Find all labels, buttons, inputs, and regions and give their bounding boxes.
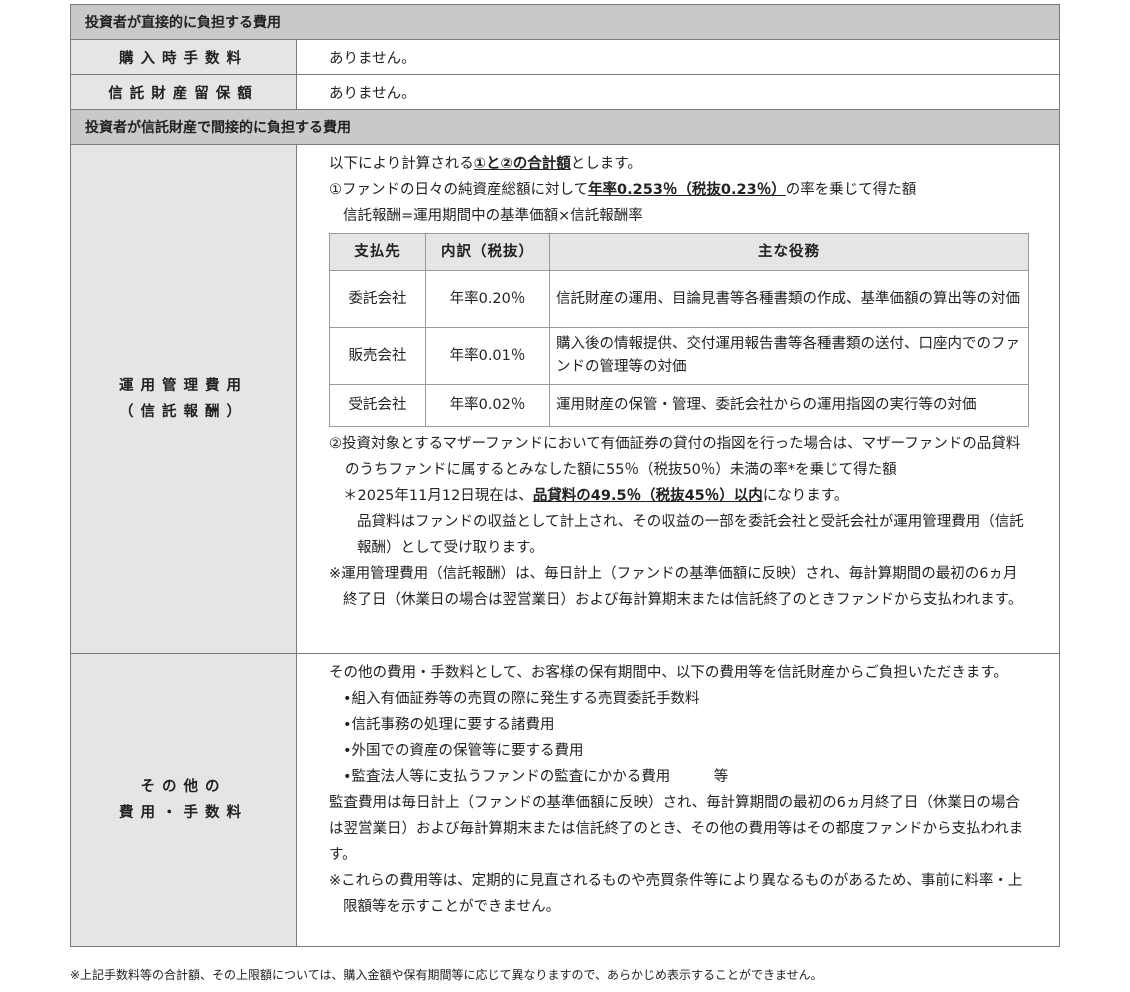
calc-line-emphasis: ①と②の合計額 <box>473 156 571 172</box>
other-fees-content: その他の費用・手数料として、お客様の保有期間中、以下の費用等を信託財産からご負担… <box>296 653 1060 947</box>
lending-rate-line: ＊2025年11月12日現在は、品貸料の49.5％（税抜45％）以内になります。 <box>343 488 849 504</box>
lending-fee-line: ②投資対象とするマザーファンドにおいて有価証券の貸付の指図を行った場合は、マザー… <box>329 436 1021 478</box>
other-fees-intro: その他の費用・手数料として、お客様の保有期間中、以下の費用等を信託財産からご負担… <box>329 665 1008 681</box>
indirect-cost-header: 投資者が信託財産で間接的に負担する費用 <box>70 109 1060 145</box>
management-fee-label-line1: 運用管理費用 <box>119 378 248 394</box>
list-item: •組入有価証券等の売買の際に発生する売買委託手数料 <box>343 691 700 707</box>
lending-income-line: 品貸料はファンドの収益として計上され、その収益の一部を委託会社と受託会社が運用管… <box>357 514 1024 556</box>
audit-fee-text: 監査費用は毎日計上（ファンドの基準価額に反映）され、毎計算期間の最初の6ヵ月終了… <box>329 795 1024 863</box>
fee-table: 投資者が直接的に負担する費用 購入時手数料 ありません。 信託財産留保額 ありま… <box>70 4 1060 947</box>
other-fees-label: その他の 費用・手数料 <box>70 653 297 947</box>
trust-reserve-label: 信託財産留保額 <box>70 74 297 110</box>
management-fee-content: 以下により計算される①と②の合計額とします。 ①ファンドの日々の純資産総額に対し… <box>296 144 1060 654</box>
lending-rate-emphasis: 品貸料の49.5％（税抜45％）以内 <box>532 488 763 504</box>
list-item: •監査法人等に支払うファンドの監査にかかる費用 等 <box>343 769 729 785</box>
fee-breakdown-table: 支払先 内訳（税抜） 主な役務 委託会社 年率0.20％ 信託財産の運用、目論見… <box>329 233 1029 427</box>
other-fees-label-line2: 費用・手数料 <box>119 805 248 821</box>
rate-line: ①ファンドの日々の純資産総額に対して年率0.253％（税抜0.23％）の率を乗じ… <box>329 182 917 198</box>
management-fee-note: ※運用管理費用（信託報酬）は、毎日計上（ファンドの基準価額に反映）され、毎計算期… <box>329 566 1023 608</box>
other-fees-note: ※これらの費用等は、定期的に見直されるものや売買条件等により異なるものがあるため… <box>329 873 1023 915</box>
table-row: 受託会社 年率0.02％ 運用財産の保管・管理、委託会社からの運用指図の実行等の… <box>329 384 1029 427</box>
col-header-breakdown: 内訳（税抜） <box>425 233 550 271</box>
list-item: •信託事務の処理に要する諸費用 <box>343 717 555 733</box>
formula-line: 信託報酬=運用期間中の基準価額×信託報酬率 <box>343 208 643 224</box>
table-row: 委託会社 年率0.20％ 信託財産の運用、目論見書等各種書類の作成、基準価額の算… <box>329 270 1029 328</box>
direct-cost-header: 投資者が直接的に負担する費用 <box>70 4 1060 40</box>
footnote: ※上記手数料等の合計額、その上限額については、購入金額や保有期間等に応じて異なり… <box>70 968 823 982</box>
rate-emphasis: 年率0.253％（税抜0.23％） <box>588 182 786 198</box>
purchase-fee-value: ありません。 <box>296 39 1060 75</box>
col-header-service: 主な役務 <box>549 233 1029 271</box>
table-row: 販売会社 年率0.01％ 購入後の情報提供、交付運用報告書等各種書類の送付、口座… <box>329 327 1029 385</box>
management-fee-label: 運用管理費用 （信託報酬） <box>70 144 297 654</box>
other-fees-label-line1: その他の <box>140 779 227 795</box>
col-header-payee: 支払先 <box>329 233 426 271</box>
list-item: •外国での資産の保管等に要する費用 <box>343 743 584 759</box>
purchase-fee-label: 購入時手数料 <box>70 39 297 75</box>
trust-reserve-value: ありません。 <box>296 74 1060 110</box>
calc-line: 以下により計算される①と②の合計額とします。 <box>329 156 642 172</box>
management-fee-label-line2: （信託報酬） <box>119 404 248 420</box>
